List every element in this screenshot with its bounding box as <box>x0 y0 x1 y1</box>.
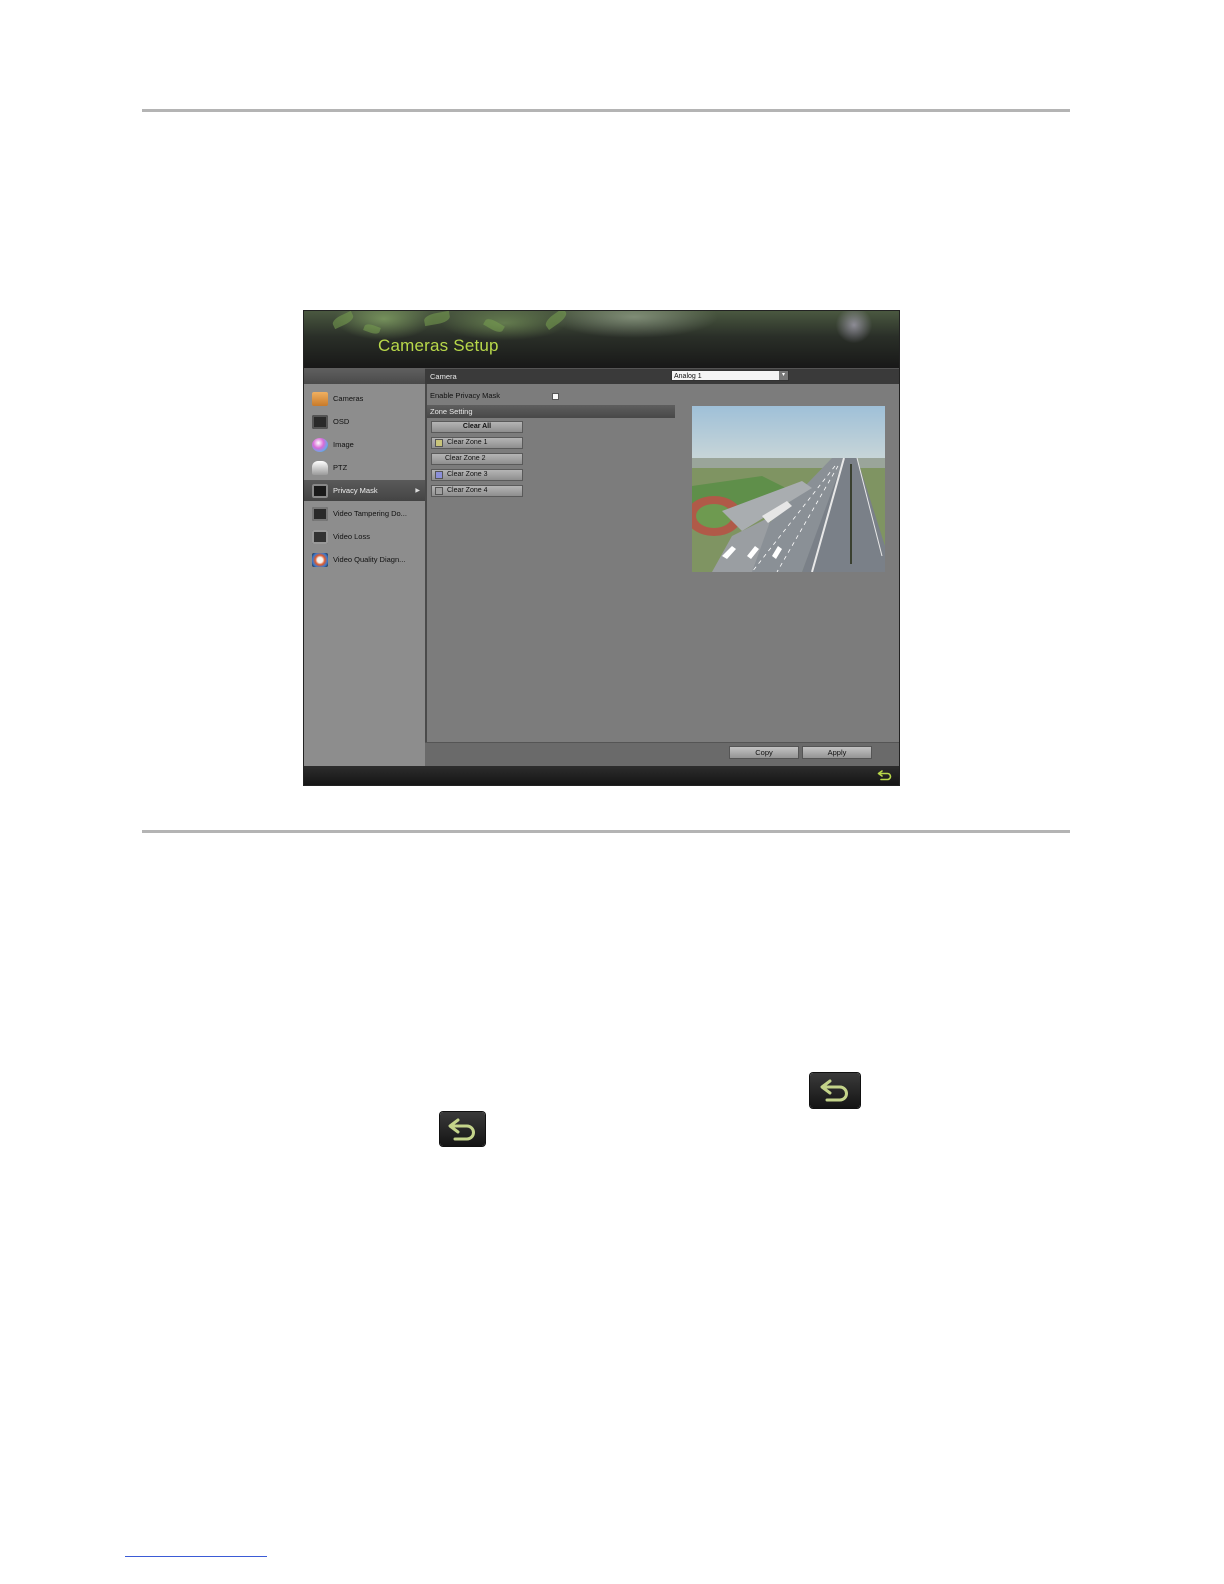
clear-zone-4-label: Clear Zone 4 <box>447 487 488 494</box>
zone-setting-header: Zone Setting <box>427 405 675 418</box>
clear-zone-2-label: Clear Zone 2 <box>445 455 486 462</box>
chevron-right-icon: ▶ <box>415 488 420 494</box>
video-tampering-icon <box>312 506 328 521</box>
clear-zone-1-label: Clear Zone 1 <box>447 439 488 446</box>
back-button[interactable] <box>440 1112 485 1146</box>
leaf-decoration <box>330 311 356 330</box>
camera-select-value: Analog 1 <box>674 373 702 380</box>
camera-folder-icon <box>312 391 328 406</box>
sidebar-item-label: Video Quality Diagn... <box>333 555 406 564</box>
highway-preview-image <box>692 406 885 572</box>
sidebar-item-video-tampering[interactable]: Video Tampering Do... <box>304 503 425 524</box>
clear-zone-4-button[interactable]: Clear Zone 4 <box>431 485 523 497</box>
zone-3-color-swatch <box>435 471 443 479</box>
bottom-divider <box>142 830 1070 833</box>
clear-zone-3-label: Clear Zone 3 <box>447 471 488 478</box>
video-loss-icon <box>312 529 328 544</box>
sidebar-item-image[interactable]: Image <box>304 434 425 455</box>
sidebar-item-video-quality[interactable]: Video Quality Diagn... <box>304 549 425 570</box>
back-button[interactable] <box>810 1073 860 1108</box>
leaf-decoration <box>483 316 505 335</box>
camera-label: Camera <box>430 372 457 381</box>
clear-all-button[interactable]: Clear All <box>431 421 523 433</box>
back-icon[interactable] <box>877 769 893 782</box>
osd-icon <box>312 414 328 429</box>
sidebar-item-ptz[interactable]: PTZ <box>304 457 425 478</box>
sidebar-item-label: OSD <box>333 417 350 426</box>
sidebar-item-cameras[interactable]: Cameras <box>304 388 425 409</box>
ptz-icon <box>312 460 328 475</box>
camera-select[interactable]: Analog 1 ▾ <box>671 370 789 381</box>
clear-zone-2-button[interactable]: Clear Zone 2 <box>431 453 523 465</box>
sidebar-header <box>304 368 425 384</box>
camera-row: Camera Analog 1 ▾ <box>425 368 899 384</box>
status-strip <box>304 766 899 785</box>
sidebar-item-privacy-mask[interactable]: Privacy Mask ▶ <box>304 480 425 501</box>
clear-zone-3-button[interactable]: Clear Zone 3 <box>431 469 523 481</box>
sidebar-item-label: Video Tampering Do... <box>333 509 407 518</box>
back-icon <box>820 1079 848 1102</box>
privacy-mask-icon <box>312 483 328 498</box>
leaf-decoration <box>363 322 381 336</box>
cameras-setup-window: Cameras Setup Camera Analog 1 ▾ Cameras … <box>304 311 899 785</box>
sidebar-item-osd[interactable]: OSD <box>304 411 425 432</box>
sidebar-item-video-loss[interactable]: Video Loss <box>304 526 425 547</box>
image-icon <box>312 437 328 452</box>
video-quality-icon <box>312 552 328 567</box>
sidebar: Cameras OSD Image PTZ Privacy Mask ▶ Vid… <box>304 384 427 766</box>
sidebar-item-label: Image <box>333 440 354 449</box>
top-divider <box>142 109 1070 112</box>
clear-zone-1-button[interactable]: Clear Zone 1 <box>431 437 523 449</box>
window-banner: Cameras Setup <box>304 311 899 368</box>
window-title: Cameras Setup <box>378 336 499 355</box>
sidebar-item-label: Privacy Mask <box>333 486 378 495</box>
leaf-decoration <box>543 311 569 330</box>
zone-1-color-swatch <box>435 439 443 447</box>
sidebar-item-label: Video Loss <box>333 532 370 541</box>
back-icon <box>448 1118 475 1141</box>
enable-privacy-mask-label: Enable Privacy Mask <box>430 391 501 400</box>
sidebar-item-label: PTZ <box>333 463 348 472</box>
camera-preview[interactable] <box>692 406 885 572</box>
chevron-down-icon[interactable]: ▾ <box>779 371 788 380</box>
copy-button[interactable]: Copy <box>729 746 799 759</box>
sidebar-item-label: Cameras <box>333 394 364 403</box>
leaf-decoration <box>423 311 451 327</box>
apply-button[interactable]: Apply <box>802 746 872 759</box>
footnote-divider <box>125 1556 267 1557</box>
zone-4-color-swatch <box>435 487 443 495</box>
enable-privacy-mask-checkbox[interactable] <box>552 393 559 400</box>
